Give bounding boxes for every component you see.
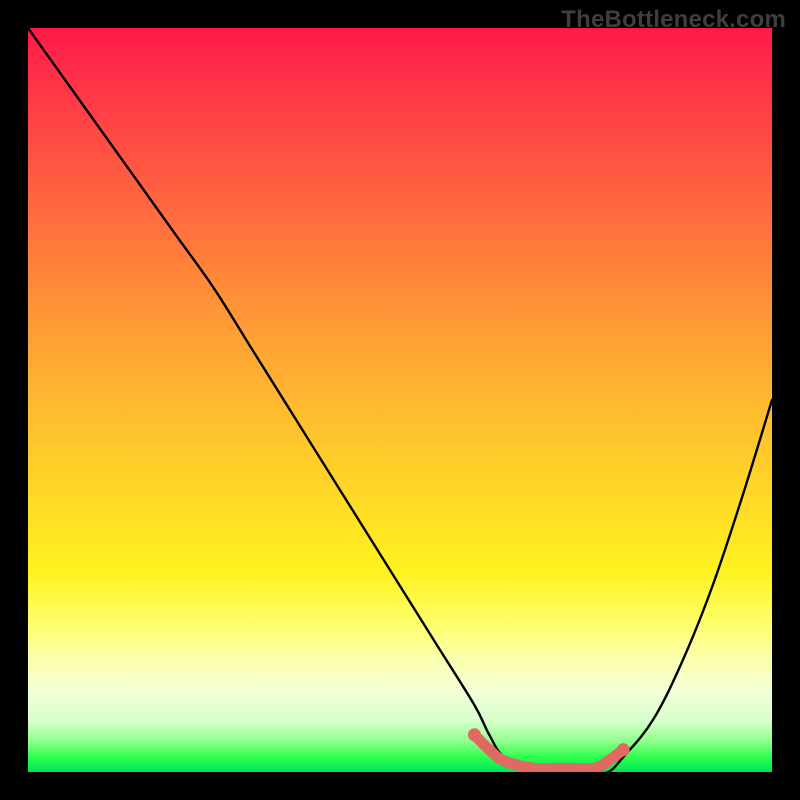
- highlight-dot-right: [617, 743, 630, 756]
- highlight-dot-left: [468, 728, 481, 741]
- curve-svg: [28, 28, 772, 772]
- bottleneck-curve: [28, 28, 772, 772]
- highlight-segment: [474, 735, 623, 769]
- plot-area: [28, 28, 772, 772]
- chart-frame: TheBottleneck.com: [0, 0, 800, 800]
- watermark-text: TheBottleneck.com: [561, 6, 786, 34]
